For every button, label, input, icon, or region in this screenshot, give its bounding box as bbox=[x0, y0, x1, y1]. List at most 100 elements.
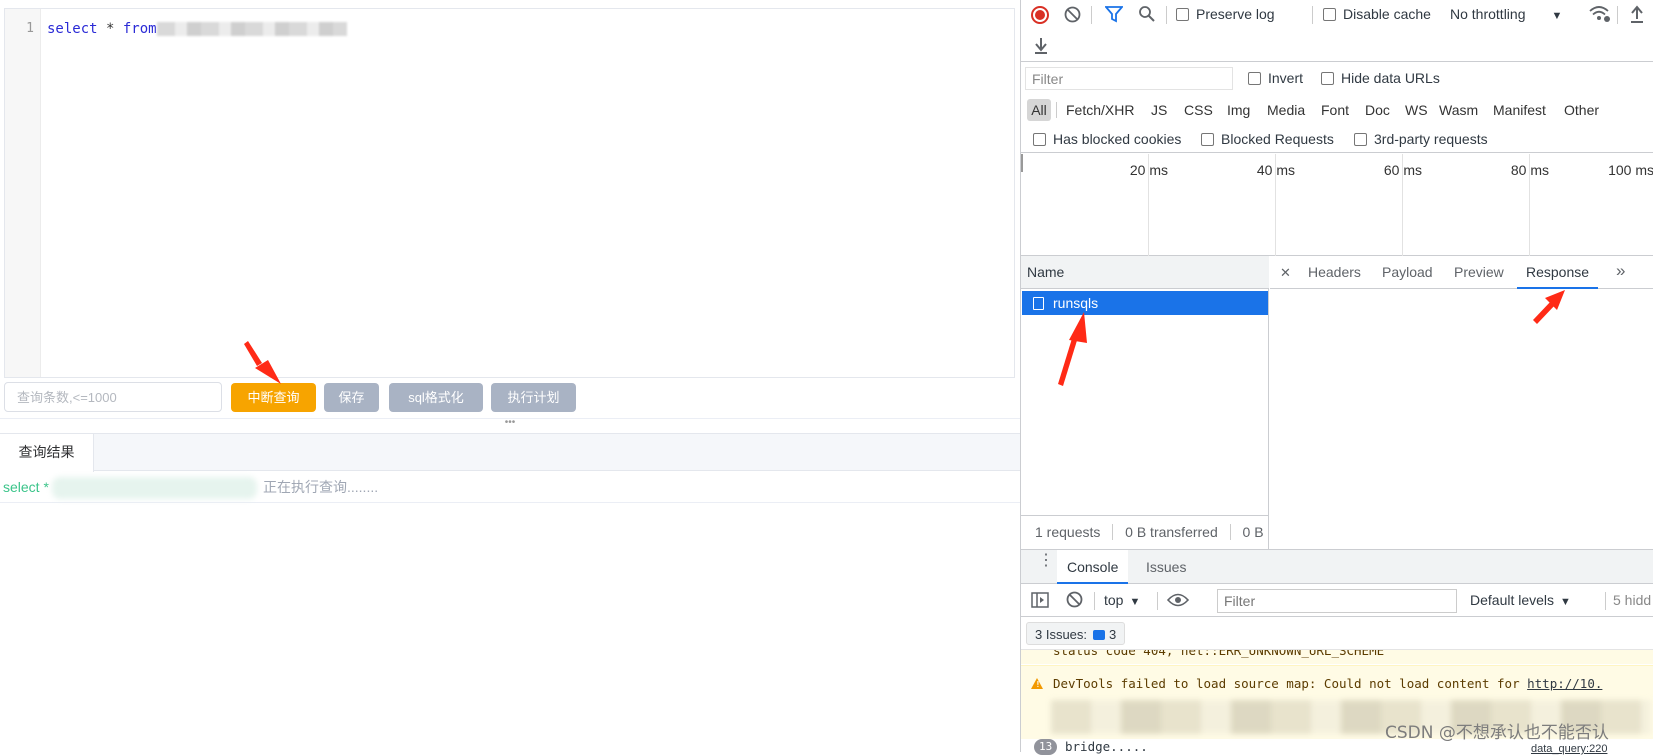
resources-size: 0 B bbox=[1242, 524, 1264, 540]
chevron-down-icon: ▼ bbox=[1560, 596, 1571, 608]
has-blocked-cookies-checkbox[interactable]: Has blocked cookies bbox=[1033, 131, 1181, 147]
network-filter-row: Invert Hide data URLs bbox=[1021, 62, 1653, 95]
source-map-link[interactable]: http://10. bbox=[1527, 676, 1602, 691]
row-limit-input[interactable] bbox=[4, 382, 222, 412]
clear-console-icon[interactable] bbox=[1066, 591, 1083, 611]
context-value: top bbox=[1104, 592, 1124, 608]
close-icon[interactable]: ✕ bbox=[1280, 256, 1291, 289]
more-tabs-icon[interactable]: » bbox=[1616, 254, 1625, 287]
requests-count: 1 requests bbox=[1035, 524, 1101, 540]
redacted-table-name bbox=[156, 22, 347, 36]
hide-data-urls-label: Hide data URLs bbox=[1341, 70, 1440, 86]
throttling-value: No throttling bbox=[1450, 6, 1526, 22]
preserve-log-label: Preserve log bbox=[1196, 6, 1275, 22]
invert-label: Invert bbox=[1268, 70, 1304, 86]
timeline-tick: 80 ms bbox=[1510, 162, 1549, 178]
preserve-log-checkbox[interactable]: Preserve log bbox=[1176, 6, 1275, 22]
request-name: runsqls bbox=[1053, 295, 1099, 311]
console-source-link[interactable]: data_query:220 bbox=[1531, 743, 1607, 755]
wifi-settings-icon[interactable] bbox=[1589, 5, 1611, 26]
name-column-header[interactable]: Name bbox=[1021, 256, 1269, 289]
resource-type-filters: All Fetch/XHR JS CSS Img Media Font Doc … bbox=[1021, 95, 1653, 125]
request-row-runsqls[interactable]: runsqls bbox=[1022, 291, 1268, 315]
type-filter-ws[interactable]: WS bbox=[1405, 99, 1428, 121]
request-list: Name runsqls 1 requests 0 B transferred … bbox=[1021, 256, 1269, 549]
export-har-icon[interactable] bbox=[1033, 36, 1049, 57]
eye-icon[interactable] bbox=[1166, 593, 1190, 610]
line-number: 1 bbox=[26, 21, 34, 36]
tab-preview[interactable]: Preview bbox=[1454, 256, 1504, 289]
blocked-requests-checkbox[interactable]: Blocked Requests bbox=[1201, 131, 1334, 147]
result-tabs: 查询结果 bbox=[0, 433, 1020, 472]
timeline-tick: 100 ms bbox=[1608, 162, 1653, 178]
chevron-down-icon: ▼ bbox=[1551, 10, 1563, 22]
type-filter-all[interactable]: All bbox=[1027, 99, 1051, 121]
drawer-menu-icon[interactable]: ⋮ bbox=[1038, 553, 1054, 569]
timeline-tick: 40 ms bbox=[1256, 162, 1295, 178]
save-button[interactable]: 保存 bbox=[324, 383, 379, 412]
third-party-requests-label: 3rd-party requests bbox=[1374, 131, 1488, 147]
timeline-tick: 60 ms bbox=[1383, 162, 1422, 178]
third-party-requests-checkbox[interactable]: 3rd-party requests bbox=[1354, 131, 1488, 147]
tab-issues[interactable]: Issues bbox=[1146, 550, 1186, 584]
network-timeline-overview[interactable]: 20 ms 40 ms 60 ms 80 ms 100 ms bbox=[1021, 154, 1653, 256]
redacted-sql bbox=[52, 477, 257, 499]
has-blocked-cookies-label: Has blocked cookies bbox=[1053, 131, 1182, 147]
type-filter-other[interactable]: Other bbox=[1564, 99, 1599, 121]
log-levels-select[interactable]: Default levels ▼ bbox=[1470, 592, 1571, 608]
tab-headers[interactable]: Headers bbox=[1308, 256, 1361, 289]
console-warning-text: DevTools failed to load source map: Coul… bbox=[1053, 676, 1602, 691]
request-detail-tabs: ✕ Headers Payload Preview Response » bbox=[1270, 256, 1653, 289]
sql-format-button[interactable]: sql格式化 bbox=[389, 383, 483, 412]
console-toolbar: top ▼ Default levels ▼ 5 hidd bbox=[1021, 584, 1653, 617]
issues-label: 3 Issues: bbox=[1035, 627, 1088, 642]
sql-editor[interactable]: 1 select * from bbox=[4, 8, 1015, 378]
repeat-count-badge: 13 bbox=[1034, 739, 1058, 755]
sql-code-line[interactable]: select * from bbox=[47, 21, 347, 37]
search-icon[interactable] bbox=[1138, 5, 1156, 26]
import-har-icon[interactable] bbox=[1629, 5, 1645, 26]
type-filter-js[interactable]: JS bbox=[1151, 99, 1167, 121]
record-icon[interactable] bbox=[1031, 6, 1049, 24]
console-log-text: bridge..... bbox=[1065, 739, 1148, 754]
network-filter-input[interactable] bbox=[1025, 67, 1233, 90]
tab-response[interactable]: Response bbox=[1517, 256, 1599, 289]
tab-payload[interactable]: Payload bbox=[1382, 256, 1433, 289]
sql-query-app: 1 select * from 中断查询 保存 sql格式化 执行计划 ••• … bbox=[0, 0, 1020, 752]
sidebar-toggle-icon[interactable] bbox=[1031, 592, 1049, 611]
type-filter-media[interactable]: Media bbox=[1267, 99, 1305, 121]
blocked-requests-label: Blocked Requests bbox=[1221, 131, 1334, 147]
stop-query-button[interactable]: 中断查询 bbox=[231, 383, 316, 412]
disable-cache-checkbox[interactable]: Disable cache bbox=[1323, 6, 1431, 22]
sql-star: * bbox=[97, 21, 123, 37]
type-filter-wasm[interactable]: Wasm bbox=[1439, 99, 1478, 121]
console-filter-input[interactable] bbox=[1217, 589, 1457, 613]
warning-message: DevTools failed to load source map: Coul… bbox=[1053, 676, 1528, 691]
type-filter-font[interactable]: Font bbox=[1321, 99, 1349, 121]
filter-icon[interactable] bbox=[1104, 6, 1124, 26]
network-summary-bar: 1 requests 0 B transferred 0 B bbox=[1021, 515, 1269, 549]
tab-query-results[interactable]: 查询结果 bbox=[0, 434, 94, 472]
drawer-tabs: ⋮ Console Issues bbox=[1021, 549, 1653, 584]
type-filter-doc[interactable]: Doc bbox=[1365, 99, 1390, 121]
result-sql-text: select * bbox=[3, 479, 49, 495]
throttling-select[interactable]: No throttling ▼ bbox=[1450, 6, 1562, 22]
document-icon bbox=[1033, 297, 1044, 310]
execution-plan-button[interactable]: 执行计划 bbox=[491, 383, 576, 412]
type-filter-fetch-xhr[interactable]: Fetch/XHR bbox=[1066, 99, 1134, 121]
console-message: status code 404, net::ERR_UNKNOWN_URL_SC… bbox=[1021, 650, 1653, 664]
type-filter-manifest[interactable]: Manifest bbox=[1493, 99, 1546, 121]
context-select[interactable]: top ▼ bbox=[1104, 592, 1140, 608]
type-filter-img[interactable]: Img bbox=[1227, 99, 1250, 121]
tab-console[interactable]: Console bbox=[1057, 550, 1129, 584]
pane-splitter[interactable]: ••• bbox=[0, 418, 1020, 428]
invert-checkbox[interactable]: Invert bbox=[1248, 70, 1303, 86]
query-status: 正在执行查询........ bbox=[263, 479, 379, 495]
issues-button[interactable]: 3 Issues: 3 bbox=[1026, 622, 1126, 645]
blocked-filters: Has blocked cookies Blocked Requests 3rd… bbox=[1021, 125, 1653, 153]
splitter-handle: ••• bbox=[504, 417, 516, 428]
type-filter-css[interactable]: CSS bbox=[1184, 99, 1213, 121]
clear-icon[interactable] bbox=[1064, 6, 1081, 26]
issues-bar: 3 Issues: 3 bbox=[1021, 617, 1653, 650]
hide-data-urls-checkbox[interactable]: Hide data URLs bbox=[1321, 70, 1440, 86]
